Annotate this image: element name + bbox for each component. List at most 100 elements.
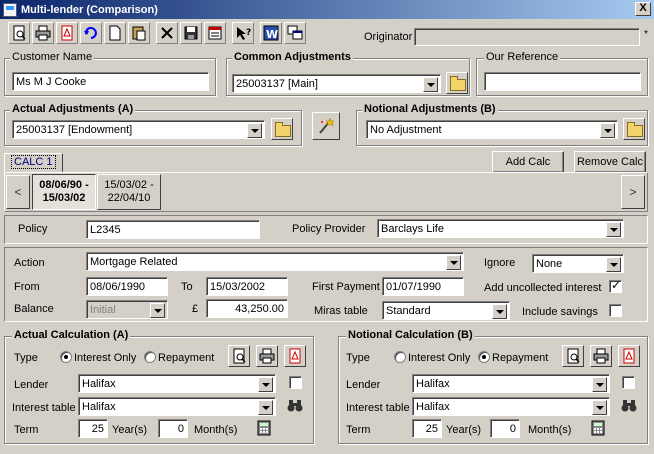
period-tab-1[interactable]: 08/06/90 - 15/03/02 (32, 174, 96, 210)
originator-field[interactable] (414, 28, 640, 46)
preview-icon[interactable] (228, 345, 250, 367)
our-reference-label: Our Reference (484, 51, 561, 64)
tab-calc-1-label: CALC 1 (11, 155, 56, 169)
print-icon[interactable] (32, 22, 54, 44)
notional-lender-select[interactable]: Halifax (412, 374, 610, 393)
title-bar: Multi-lender (Comparison) X (0, 0, 654, 19)
actual-months-label: Month(s) (194, 424, 238, 436)
actual-adjustments-select[interactable]: 25003137 [Endowment] (12, 120, 265, 139)
actual-lender-select[interactable]: Halifax (78, 374, 276, 393)
magic-wand-icon[interactable] (312, 112, 340, 140)
period-2-start: 15/03/02 - (104, 179, 154, 191)
folder-open-icon[interactable] (446, 72, 468, 94)
remove-calc-button[interactable]: Remove Calc (574, 151, 646, 173)
our-reference-input[interactable] (484, 72, 641, 91)
include-savings-label: Include savings (522, 306, 598, 318)
period-1-end: 15/03/02 (42, 192, 86, 204)
help-icon[interactable]: ? (232, 22, 254, 44)
next-period-button[interactable]: > (621, 175, 645, 209)
policy-input[interactable]: L2345 (86, 220, 260, 239)
notional-lender-value: Halifax (416, 378, 450, 390)
add-calc-button[interactable]: Add Calc (492, 151, 564, 173)
windows-icon[interactable] (284, 22, 306, 44)
blank-doc-icon[interactable] (104, 22, 126, 44)
notional-repayment-radio[interactable] (478, 351, 490, 363)
actual-lender-checkbox[interactable] (289, 376, 302, 389)
binoculars-icon[interactable] (618, 395, 640, 415)
common-adjustments-select[interactable]: 25003137 [Main] (232, 74, 441, 93)
common-adjustments-value: 25003137 [Main] (236, 78, 318, 90)
originator-label: Originator (364, 31, 413, 43)
new-doc-icon[interactable] (8, 22, 30, 44)
from-date-input[interactable]: 08/06/1990 (86, 277, 168, 296)
tab-calc-1[interactable]: CALC 1 (4, 153, 63, 172)
add-uncollected-checkbox[interactable] (609, 278, 622, 293)
actual-repayment-label: Repayment (158, 352, 215, 364)
calculator-icon[interactable] (204, 22, 226, 44)
action-value: Mortgage Related (90, 256, 178, 268)
notional-years-label: Year(s) (446, 424, 482, 436)
to-date-input[interactable]: 15/03/2002 (206, 277, 288, 296)
chevron-down-icon[interactable] (423, 77, 438, 92)
notional-interest-table-select[interactable]: Halifax (412, 397, 610, 416)
undo-icon[interactable] (80, 22, 102, 44)
notional-years-input[interactable]: 25 (412, 419, 442, 438)
chevron-down-icon[interactable] (606, 257, 621, 272)
pdf-icon[interactable] (284, 345, 306, 367)
ignore-select[interactable]: None (532, 254, 624, 273)
required-mark: * (644, 29, 648, 40)
notional-months-label: Month(s) (528, 424, 572, 436)
save-icon[interactable] (180, 22, 202, 44)
balance-type-select[interactable]: Initial (86, 300, 168, 319)
first-payment-input[interactable]: 01/07/1990 (382, 277, 464, 296)
include-savings-checkbox[interactable] (609, 304, 622, 317)
balance-label: Balance (14, 303, 54, 315)
close-button[interactable]: X (635, 2, 651, 16)
folder-open-icon[interactable] (271, 118, 293, 140)
folder-open-icon[interactable] (623, 118, 645, 140)
chevron-down-icon[interactable] (258, 377, 273, 392)
chevron-down-icon[interactable] (258, 400, 273, 415)
word-icon[interactable]: W (260, 22, 282, 44)
miras-table-select[interactable]: Standard (382, 301, 510, 320)
customer-name-input[interactable]: Ms M J Cooke (12, 72, 209, 91)
chevron-down-icon[interactable] (600, 123, 615, 138)
period-tab-2[interactable]: 15/03/02 - 22/04/10 (97, 174, 161, 210)
balance-input[interactable]: 43,250.00 (206, 299, 288, 318)
actual-months-input[interactable]: 0 (158, 419, 188, 438)
notional-lender-checkbox[interactable] (622, 376, 635, 389)
chevron-down-icon[interactable] (446, 255, 461, 270)
from-label: From (14, 281, 40, 293)
prev-period-button[interactable]: < (6, 175, 30, 209)
chevron-down-icon[interactable] (592, 377, 607, 392)
chevron-down-icon[interactable] (247, 123, 262, 138)
pdf-icon[interactable] (56, 22, 78, 44)
notional-interest-only-radio[interactable] (394, 351, 406, 363)
chevron-down-icon[interactable] (606, 222, 621, 237)
action-select[interactable]: Mortgage Related (86, 252, 464, 271)
paste-icon[interactable] (128, 22, 150, 44)
preview-icon[interactable] (562, 345, 584, 367)
notional-months-input[interactable]: 0 (490, 419, 520, 438)
print-icon[interactable] (256, 345, 278, 367)
actual-interest-table-select[interactable]: Halifax (78, 397, 276, 416)
calculator-icon[interactable] (254, 418, 274, 438)
actual-years-input[interactable]: 25 (78, 419, 108, 438)
notional-adjustments-select[interactable]: No Adjustment (366, 120, 618, 139)
actual-interest-only-radio[interactable] (60, 351, 72, 363)
actual-repayment-radio[interactable] (144, 351, 156, 363)
currency-symbol: £ (192, 303, 199, 315)
calculator-icon[interactable] (588, 418, 608, 438)
binoculars-icon[interactable] (284, 395, 306, 415)
chevron-down-icon[interactable] (492, 304, 507, 319)
chevron-down-icon[interactable] (592, 400, 607, 415)
actual-adjustments-label: Actual Adjustments (A) (10, 103, 136, 116)
policy-label: Policy (18, 223, 48, 235)
delete-icon[interactable] (156, 22, 178, 44)
pdf-icon[interactable] (618, 345, 640, 367)
policy-provider-select[interactable]: Barclays Life (377, 219, 624, 238)
miras-table-value: Standard (386, 305, 431, 317)
print-icon[interactable] (590, 345, 612, 367)
chevron-down-icon[interactable] (150, 303, 165, 318)
actual-years-label: Year(s) (112, 424, 148, 436)
